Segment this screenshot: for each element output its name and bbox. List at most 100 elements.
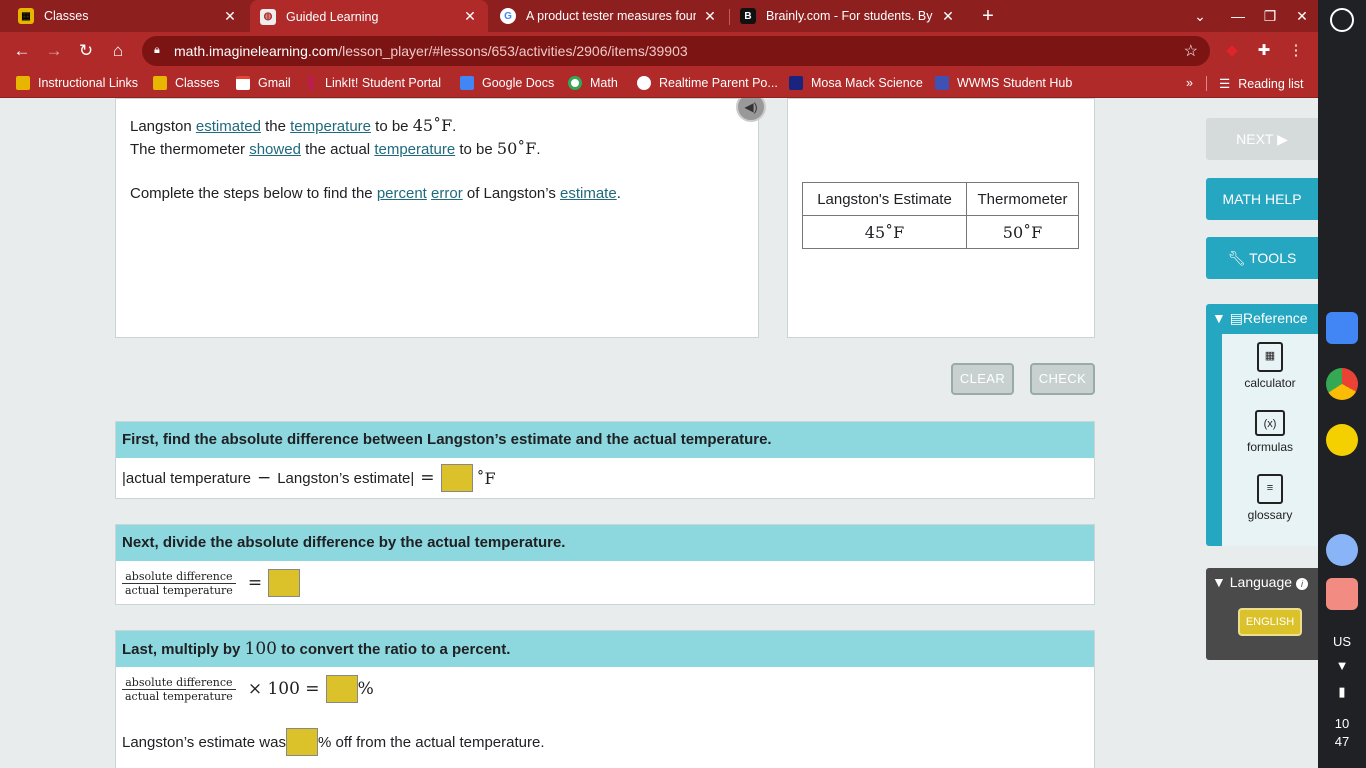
lesson-player: Langston estimated the temperature to be… [0, 98, 1318, 768]
answer-input[interactable] [440, 464, 473, 492]
glossary-link[interactable]: temperature [374, 141, 455, 158]
actual-value: 50˚F [496, 139, 537, 158]
bookmark-classes[interactable]: Classes [153, 76, 219, 90]
step-sentence: Langston’s estimate was % off from the a… [116, 711, 1094, 768]
glossary-link[interactable]: temperature [290, 118, 371, 135]
equals-sign: = [247, 573, 263, 593]
clear-button[interactable]: CLEAR [951, 363, 1014, 395]
bookmark-google-docs[interactable]: Google Docs [460, 76, 554, 90]
clock-minute[interactable]: 47 [1318, 734, 1366, 749]
exit-icon[interactable] [1326, 578, 1358, 610]
radiation-app-icon[interactable] [1326, 424, 1358, 456]
address-bar[interactable]: 🔒︎ math.imaginelearning.com/lesson_playe… [142, 36, 1210, 66]
tab-classes[interactable]: ▦ Classes ✕ [8, 0, 248, 32]
step-1-card: First, find the absolute difference betw… [115, 421, 1095, 499]
extension-diamond-icon[interactable]: ◆ [1222, 41, 1242, 61]
formulas-tool[interactable]: (x) formulas [1222, 410, 1318, 454]
chrome-icon[interactable] [1326, 368, 1358, 400]
bookmark-realtime[interactable]: Realtime Parent Po... [637, 76, 778, 90]
bookmark-linkit[interactable]: LinkIt! Student Portal [309, 76, 441, 90]
brainly-icon: B [740, 8, 756, 24]
fraction-denominator: actual temperature [125, 689, 233, 703]
glossary-link[interactable]: showed [249, 141, 301, 158]
reference-icon: ▤ [1229, 310, 1243, 326]
glossary-link[interactable]: percent [377, 185, 427, 202]
tab-product-tester[interactable]: G A product tester measures four c ✕ [490, 0, 728, 32]
math-help-button[interactable]: MATH HELP [1206, 178, 1318, 220]
extensions-puzzle-icon[interactable]: ✚ [1254, 41, 1274, 61]
collapse-triangle-icon: ▼ [1212, 310, 1230, 326]
glossary-link[interactable]: estimate [560, 185, 617, 202]
reference-items: ▦ calculator (x) formulas ≡ glossary [1222, 334, 1318, 546]
bookmark-wwms-hub[interactable]: WWMS Student Hub [935, 76, 1072, 90]
mosa-mack-icon [789, 76, 803, 90]
tab-guided-learning[interactable]: ◍ Guided Learning ✕ [250, 0, 488, 33]
prompt-text: . [452, 118, 457, 135]
audio-speaker-icon[interactable]: ◀) [736, 98, 766, 122]
prompt-line-1: Langston estimated the temperature to be… [130, 115, 744, 138]
launcher-icon[interactable] [1330, 8, 1354, 32]
home-icon[interactable]: ⌂ [108, 41, 128, 61]
prompt-text: The thermometer [130, 141, 250, 158]
bookmark-instructional-links[interactable]: Instructional Links [16, 76, 138, 90]
reading-list-icon: ☰ [1219, 77, 1231, 91]
avatar[interactable] [1326, 534, 1358, 566]
tools-button[interactable]: 🔧︎ TOOLS [1206, 237, 1318, 279]
close-icon[interactable]: ✕ [940, 8, 956, 25]
glossary-link[interactable]: estimated [196, 118, 261, 135]
language-panel: ▼ Language i ENGLISH [1206, 568, 1318, 660]
more-bookmarks-icon[interactable]: » [1186, 76, 1193, 90]
calculator-tool[interactable]: ▦ calculator [1222, 342, 1318, 390]
times-expression: × 100 = [247, 679, 320, 699]
maximize-icon[interactable]: ❐ [1260, 8, 1280, 25]
classroom-icon [153, 76, 167, 90]
menu-kebab-icon[interactable]: ⋮ [1286, 41, 1306, 61]
forward-icon[interactable]: → [44, 41, 64, 61]
answer-input[interactable] [285, 728, 318, 756]
close-icon[interactable]: ✕ [702, 8, 718, 25]
bookmark-mosa-mack[interactable]: Mosa Mack Science [789, 76, 923, 90]
bookmark-label: Classes [175, 76, 220, 90]
next-button[interactable]: NEXT ▶ [1206, 118, 1318, 160]
bookmark-math[interactable]: Math [568, 76, 618, 90]
language-header[interactable]: ▼ Language i [1212, 574, 1308, 590]
hub-icon [935, 76, 949, 90]
minimize-icon[interactable]: — [1228, 8, 1248, 24]
files-icon[interactable] [1326, 312, 1358, 344]
bookmark-label: Realtime Parent Po... [659, 76, 778, 90]
wifi-icon[interactable]: ▼ [1318, 658, 1366, 673]
reference-label: Reference [1242, 310, 1308, 326]
close-icon[interactable]: ✕ [462, 8, 478, 25]
locale-indicator[interactable]: US [1318, 634, 1366, 649]
glossary-tool[interactable]: ≡ glossary [1222, 474, 1318, 522]
reading-list-button[interactable]: ☰ Reading list [1206, 76, 1304, 91]
clipboard-icon: ≡ [1257, 474, 1283, 504]
answer-input[interactable] [325, 675, 358, 703]
new-tab-button[interactable]: + [978, 6, 998, 26]
close-window-icon[interactable]: ✕ [1292, 8, 1312, 25]
tab-brainly[interactable]: B Brainly.com - For students. By st ✕ [730, 0, 966, 32]
glossary-link[interactable]: error [431, 185, 463, 202]
close-icon[interactable]: ✕ [222, 8, 238, 25]
info-icon[interactable]: i [1295, 578, 1308, 590]
gmail-icon [236, 76, 250, 90]
bookmarks-bar: Instructional Links Classes Gmail LinkIt… [0, 70, 1318, 98]
bookmark-star-icon[interactable]: ☆ [1184, 41, 1198, 61]
battery-icon[interactable]: ▮ [1318, 684, 1366, 700]
estimate-value: 45˚F [412, 116, 453, 135]
tab-search-icon[interactable]: ⌄ [1190, 8, 1210, 25]
calculator-label: calculator [1244, 376, 1296, 390]
clock-hour[interactable]: 10 [1318, 716, 1366, 731]
table-header: Langston's Estimate [802, 182, 967, 216]
reference-header[interactable]: ▼ ▤Reference [1206, 304, 1318, 332]
back-icon[interactable]: ← [12, 41, 32, 61]
reload-icon[interactable]: ↻ [76, 41, 96, 61]
bookmark-gmail[interactable]: Gmail [236, 76, 291, 90]
check-button[interactable]: CHECK [1030, 363, 1095, 395]
prompt-text: the actual [300, 141, 375, 158]
unit-label: ˚F [476, 468, 496, 488]
answer-input[interactable] [268, 569, 301, 597]
minus-sign: − [256, 468, 272, 488]
english-button[interactable]: ENGLISH [1238, 608, 1302, 636]
